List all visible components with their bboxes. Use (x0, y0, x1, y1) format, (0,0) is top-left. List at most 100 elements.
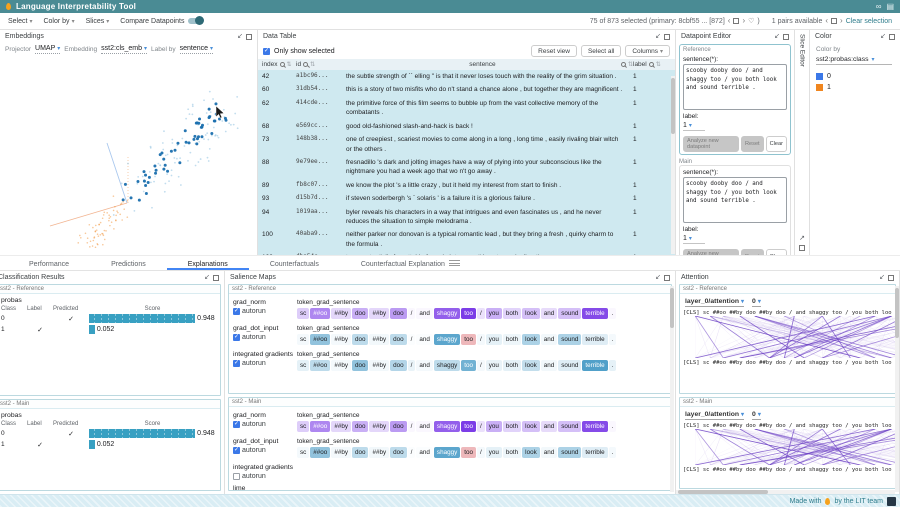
attention-layer-select[interactable]: layer_0/attention▾ (685, 411, 744, 420)
reset-button[interactable]: Reset (741, 249, 764, 255)
tab-counterfactuals[interactable]: Counterfactuals (249, 258, 340, 270)
table-row[interactable]: 6031db54...this is a story of two misfit… (258, 83, 675, 96)
analyze-new-datapoint-button[interactable]: Analyze new datapoint (683, 249, 739, 255)
maximize-icon[interactable] (888, 275, 894, 281)
table-row[interactable]: 42a1bc96...the subtle strength of `` ell… (258, 70, 675, 83)
attention-group: sst2 - Mainlayer_0/attention▾0▾[CLS] sc … (679, 397, 896, 489)
tab-explanations[interactable]: Explanations (167, 258, 249, 270)
sentence-textarea[interactable]: scooby dooby doo / and shaggy too / you … (683, 177, 787, 223)
table-row[interactable]: 89fb8c07...we know the plot 's a little … (258, 179, 675, 192)
salience-token: terrible (582, 308, 607, 319)
only-show-selected-checkbox[interactable]: ✓ (263, 48, 270, 55)
column-header-label[interactable]: label⇅ (633, 61, 663, 68)
slice-editor-rail[interactable]: Slice Editor ↗ (795, 30, 810, 255)
clear-button[interactable]: Clear (766, 136, 787, 152)
maximize-icon[interactable] (889, 34, 895, 40)
share-link-icon[interactable]: ∞ (876, 3, 882, 11)
column-header-sentence[interactable]: sentence ⇅ (346, 61, 633, 68)
tab-predictions[interactable]: Predictions (90, 258, 167, 270)
collapse-icon[interactable]: ↙ (204, 274, 210, 281)
analyze-new-datapoint-button[interactable]: Analyze new datapoint (683, 136, 739, 152)
prev-datapoint-icon[interactable]: ‹ (728, 17, 731, 25)
collapse-icon[interactable]: ↙ (655, 33, 661, 40)
divider-drag-handle[interactable] (449, 260, 460, 266)
data-table-scrollbar[interactable] (671, 76, 675, 254)
select-menu[interactable]: Select▾ (8, 18, 32, 25)
docs-icon[interactable]: ▤ (886, 3, 894, 11)
table-row[interactable]: 62414cde...the primitive force of this f… (258, 97, 675, 120)
legend-label: 0 (827, 73, 831, 80)
attention-head-select[interactable]: 0▾ (752, 298, 761, 307)
collapse-icon[interactable]: ↙ (655, 274, 661, 281)
autorun-checkbox[interactable]: ✓ (233, 447, 240, 454)
next-datapoint-icon[interactable]: › (742, 17, 745, 25)
autorun-checkbox[interactable]: ✓ (233, 421, 240, 428)
tab-performance[interactable]: Performance (8, 258, 90, 270)
column-header-index[interactable]: index⇅ (262, 61, 296, 68)
color-by-menu[interactable]: Color by▾ (43, 18, 74, 25)
collapse-icon[interactable]: ↙ (880, 33, 886, 40)
table-row[interactable]: 889e79ee...fresnadillo 's dark and jolti… (258, 156, 675, 179)
autorun-checkbox[interactable]: ✓ (233, 308, 240, 315)
embeddings-scatter[interactable] (0, 56, 257, 255)
label-select[interactable]: 1▾ (683, 234, 705, 244)
salience-method-name: integrated gradients (233, 464, 297, 471)
compare-datapoints-toggle[interactable] (188, 18, 203, 24)
reset-view-button[interactable]: Reset view (531, 45, 577, 57)
columns-button[interactable]: Columns▾ (625, 45, 670, 57)
attention-layer-select[interactable]: layer_0/attention▾ (685, 298, 744, 307)
collapse-icon[interactable]: ↙ (879, 274, 885, 281)
salience-token: look (522, 421, 540, 432)
collapse-icon[interactable]: ↙ (774, 33, 780, 40)
cell-id: 9e79ee... (296, 158, 346, 177)
table-row[interactable]: 10040aba9...neither parker nor donovan i… (258, 228, 675, 251)
salience-token: / (408, 334, 416, 345)
autorun-checkbox[interactable] (233, 473, 240, 480)
salience-scrollbar[interactable] (670, 286, 674, 492)
reference-editor: Reference sentence(*): scooby dooby doo … (679, 44, 791, 155)
table-row[interactable]: 93d15b7d...if steven soderbergh 's ` sol… (258, 192, 675, 205)
maximize-icon[interactable] (213, 275, 219, 281)
autorun-label: autorun (242, 447, 266, 454)
embedding-select[interactable]: sst2:cls_emb▾ (101, 45, 147, 54)
sentence-textarea[interactable]: scooby dooby doo / and shaggy too / you … (683, 64, 787, 110)
table-row[interactable]: 73148b38...one of creepiest , scariest m… (258, 133, 675, 156)
maximize-icon[interactable] (783, 34, 789, 40)
table-row[interactable]: 123dba54c...turns potentially forgettabl… (258, 251, 675, 255)
maximize-icon[interactable] (246, 34, 252, 40)
tab-counterfactual-explanation[interactable]: Counterfactual Explanation (340, 258, 466, 270)
salience-token: ##by (369, 360, 389, 371)
column-header-id[interactable]: id⇅ (296, 61, 346, 68)
expand-icon[interactable]: ↗ (799, 235, 805, 242)
prev-pair-icon[interactable]: ‹ (825, 17, 828, 25)
autorun-checkbox[interactable]: ✓ (233, 360, 240, 367)
maximize-icon[interactable] (799, 245, 805, 251)
favorite-icon[interactable]: ♡ (748, 17, 754, 25)
projector-select[interactable]: UMAP▾ (35, 45, 60, 54)
attention-scrollbar[interactable] (895, 286, 899, 492)
clear-button[interactable]: Clear (766, 249, 787, 255)
maximize-icon[interactable] (664, 275, 670, 281)
select-all-button[interactable]: Select all (581, 45, 621, 57)
salience-method-row: integrated gradients✓autoruntoken_grad_s… (233, 351, 669, 372)
maximize-icon[interactable] (664, 34, 670, 40)
cell-id: 414cde... (296, 99, 346, 118)
color-by-select[interactable]: sst2:probas:class▾ (816, 55, 892, 65)
reset-button[interactable]: Reset (741, 136, 764, 152)
cell-sentence: one of creepiest , scariest movies to co… (346, 135, 633, 154)
only-show-selected-label: Only show selected (274, 48, 335, 55)
clear-selection-link[interactable]: Clear selection (846, 18, 892, 25)
table-row[interactable]: 68e569cc...good old-fashioned slash-and-… (258, 120, 675, 133)
table-row[interactable]: 941019aa...byler reveals his characters … (258, 206, 675, 229)
slices-menu[interactable]: Slices▾ (86, 18, 110, 25)
collapse-icon[interactable]: ↙ (237, 33, 243, 40)
attention-head-select[interactable]: 0▾ (752, 411, 761, 420)
salience-token-chips: sc##oo##bydoo##bydoo/andshaggytoo/youbot… (297, 447, 669, 459)
pair-icon[interactable] (831, 18, 837, 24)
pin-datapoint-icon[interactable] (733, 18, 739, 24)
label-by-select[interactable]: sentence▾ (180, 45, 213, 54)
autorun-checkbox[interactable]: ✓ (233, 334, 240, 341)
next-pair-icon[interactable]: › (840, 17, 843, 25)
label-select[interactable]: 1▾ (683, 121, 705, 131)
lit-logo[interactable] (887, 497, 896, 506)
